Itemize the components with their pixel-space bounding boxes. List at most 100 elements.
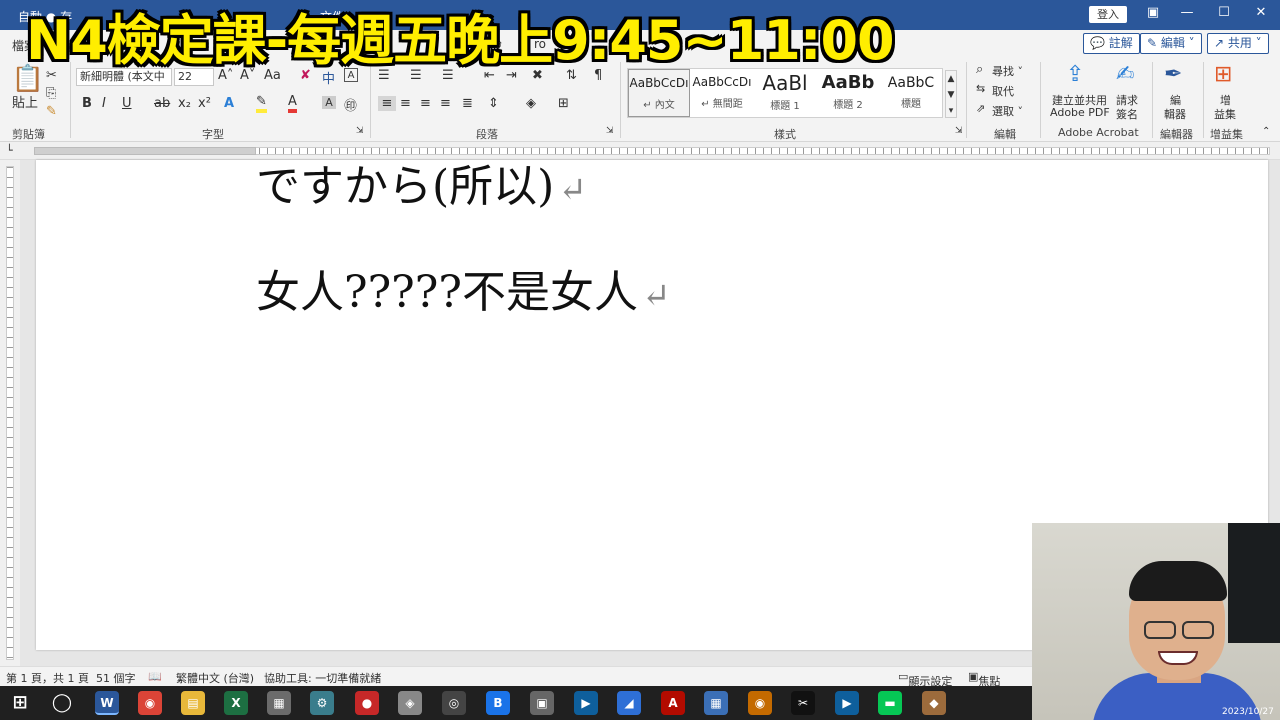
addins-label-2[interactable]: 益集	[1214, 106, 1236, 122]
close-button[interactable]: ✕	[1250, 5, 1272, 20]
subscript-button[interactable]: x₂	[178, 96, 191, 111]
italic-button[interactable]: I	[102, 96, 106, 111]
comment-button[interactable]: 💬 註解	[1083, 33, 1140, 54]
taskbar-excel-icon[interactable]: X	[224, 691, 248, 715]
underline-button[interactable]: U	[122, 96, 132, 111]
line-2-text: 女人?????不是女人	[256, 267, 638, 318]
align-left-icon[interactable]: ≡	[378, 96, 396, 111]
taskbar-chrome-icon[interactable]: ◉	[138, 691, 162, 715]
style-no-spacing[interactable]: AaBbCcDı ↵ 無間距	[691, 69, 753, 117]
maximize-button[interactable]: ☐	[1213, 5, 1235, 20]
tab-selector-icon[interactable]: └	[6, 144, 13, 157]
separator	[1152, 62, 1153, 138]
vertical-ruler[interactable]	[0, 160, 20, 666]
taskbar-obs-icon[interactable]: ◎	[442, 691, 466, 715]
char-shading-button[interactable]: A	[322, 96, 336, 109]
taskbar-app11-icon[interactable]: B	[486, 691, 510, 715]
word-count[interactable]: 51 個字	[96, 670, 136, 686]
proofing-icon[interactable]: 📖	[148, 670, 162, 683]
taskbar-app13-icon[interactable]: ▶	[574, 691, 598, 715]
display-settings-button[interactable]: ▭ 顯示設定	[898, 670, 952, 688]
superscript-button[interactable]: x²	[198, 96, 211, 111]
accessibility-status[interactable]: 協助工具: 一切準備就緒	[264, 670, 381, 686]
horizontal-ruler[interactable]: └	[0, 142, 1280, 160]
login-button[interactable]: 登入	[1089, 6, 1127, 23]
taskbar-app19-icon[interactable]: ▶	[835, 691, 859, 715]
align-center-icon[interactable]: ≡	[400, 96, 411, 111]
collapse-ribbon-icon[interactable]: ⌃	[1262, 126, 1270, 137]
focus-button[interactable]: ▣ 焦點	[968, 670, 1000, 688]
webcam-timestamp: 2023/10/27	[1222, 707, 1274, 717]
taskbar-start-icon[interactable]: ⊞	[8, 691, 32, 715]
copy-icon[interactable]: ⎘	[46, 86, 56, 101]
replace-icon[interactable]: ⇆	[976, 82, 985, 95]
editing-mode-button[interactable]: ✎ 編輯 ˅	[1140, 33, 1202, 54]
create-pdf-icon[interactable]: ⇪	[1066, 62, 1084, 87]
taskbar-search-icon[interactable]: ◯	[50, 691, 74, 715]
webcam-overlay: 2023/10/27	[1032, 523, 1280, 720]
select-button[interactable]: 選取 ˅	[992, 103, 1023, 119]
taskbar-explorer-icon[interactable]: ▤	[181, 691, 205, 715]
page-count[interactable]: 第 1 頁，共 1 頁	[6, 670, 89, 686]
taskbar-calc-icon[interactable]: ▦	[704, 691, 728, 715]
ribbon-display-icon[interactable]: ▣	[1142, 5, 1164, 20]
separator	[1203, 62, 1204, 138]
document-line-2[interactable]: 女人?????不是女人 ↵	[256, 256, 670, 320]
taskbar-app12-icon[interactable]: ▣	[530, 691, 554, 715]
styles-gallery: AaBbCcDı ↵ 內文 AaBbCcDı ↵ 無間距 AaBl 標題 1 A…	[627, 68, 943, 118]
styles-scroll-icon[interactable]: ▲ ▼ ▾	[945, 70, 957, 118]
taskbar-record-icon[interactable]: ●	[355, 691, 379, 715]
addins-icon[interactable]: ⊞	[1214, 62, 1232, 87]
taskbar-app21-icon[interactable]: ◆	[922, 691, 946, 715]
taskbar-app7-icon[interactable]: ⚙	[310, 691, 334, 715]
share-button[interactable]: ↗ 共用 ˅	[1207, 33, 1269, 54]
request-sign-icon[interactable]: ✍	[1116, 62, 1134, 87]
borders-icon[interactable]: ⊞	[558, 96, 569, 111]
editor-icon[interactable]: ✒	[1164, 62, 1182, 87]
replace-button[interactable]: 取代	[992, 83, 1014, 99]
format-painter-icon[interactable]: ✎	[46, 104, 57, 119]
text-effects-button[interactable]: A	[224, 96, 234, 111]
style-title[interactable]: AaBbC 標題	[880, 69, 942, 117]
paste-label[interactable]: 貼上	[12, 92, 38, 111]
bold-button[interactable]: B	[82, 96, 92, 111]
glasses-left	[1144, 621, 1176, 639]
document-line-1[interactable]: ですから(所以) ↵	[256, 160, 587, 214]
taskbar-line-icon[interactable]: ▬	[878, 691, 902, 715]
enclose-char-button[interactable]: ㊞	[344, 95, 357, 114]
distribute-icon[interactable]: ≣	[462, 96, 473, 111]
editor-label-2[interactable]: 輯器	[1164, 106, 1186, 122]
taskbar-word-icon[interactable]: W	[95, 691, 119, 715]
create-pdf-label-2[interactable]: Adobe PDF	[1050, 106, 1110, 119]
justify-icon[interactable]: ≡	[440, 96, 451, 111]
select-icon[interactable]: ⇗	[976, 102, 985, 115]
taskbar-capcut-icon[interactable]: ✂	[791, 691, 815, 715]
minimize-button[interactable]: —	[1176, 5, 1198, 20]
ruler-margin	[34, 147, 256, 155]
separator	[966, 62, 967, 138]
style-heading-1[interactable]: AaBl 標題 1	[754, 69, 816, 117]
request-sign-label-2[interactable]: 簽名	[1116, 106, 1138, 122]
taskbar-app17-icon[interactable]: ◉	[748, 691, 772, 715]
font-group-label: 字型	[202, 128, 224, 141]
find-button[interactable]: 尋找 ˅	[992, 63, 1023, 79]
line-spacing-icon[interactable]: ⇕	[488, 96, 499, 111]
style-heading-2[interactable]: AaBb 標題 2	[817, 69, 879, 117]
presenter-hair	[1129, 561, 1227, 601]
highlight-icon[interactable]: ✎	[256, 94, 267, 113]
style-normal[interactable]: AaBbCcDı ↵ 內文	[628, 69, 690, 117]
paragraph-dialog-launcher-icon[interactable]: ⇲	[606, 126, 614, 136]
taskbar-pdf-icon[interactable]: A	[661, 691, 685, 715]
editing-group-label: 編輯	[994, 128, 1016, 141]
font-color-button[interactable]: A	[288, 94, 297, 113]
shading-icon[interactable]: ◈	[526, 96, 536, 111]
font-dialog-launcher-icon[interactable]: ⇲	[356, 126, 364, 136]
taskbar-app14-icon[interactable]: ◢	[617, 691, 641, 715]
find-icon[interactable]: ⌕	[976, 62, 983, 77]
align-right-icon[interactable]: ≡	[420, 96, 431, 111]
styles-dialog-launcher-icon[interactable]: ⇲	[955, 126, 963, 136]
language-label[interactable]: 繁體中文 (台灣)	[176, 670, 254, 686]
taskbar-notes-icon[interactable]: ▦	[267, 691, 291, 715]
taskbar-app9-icon[interactable]: ◈	[398, 691, 422, 715]
strikethrough-button[interactable]: ab	[154, 96, 170, 111]
